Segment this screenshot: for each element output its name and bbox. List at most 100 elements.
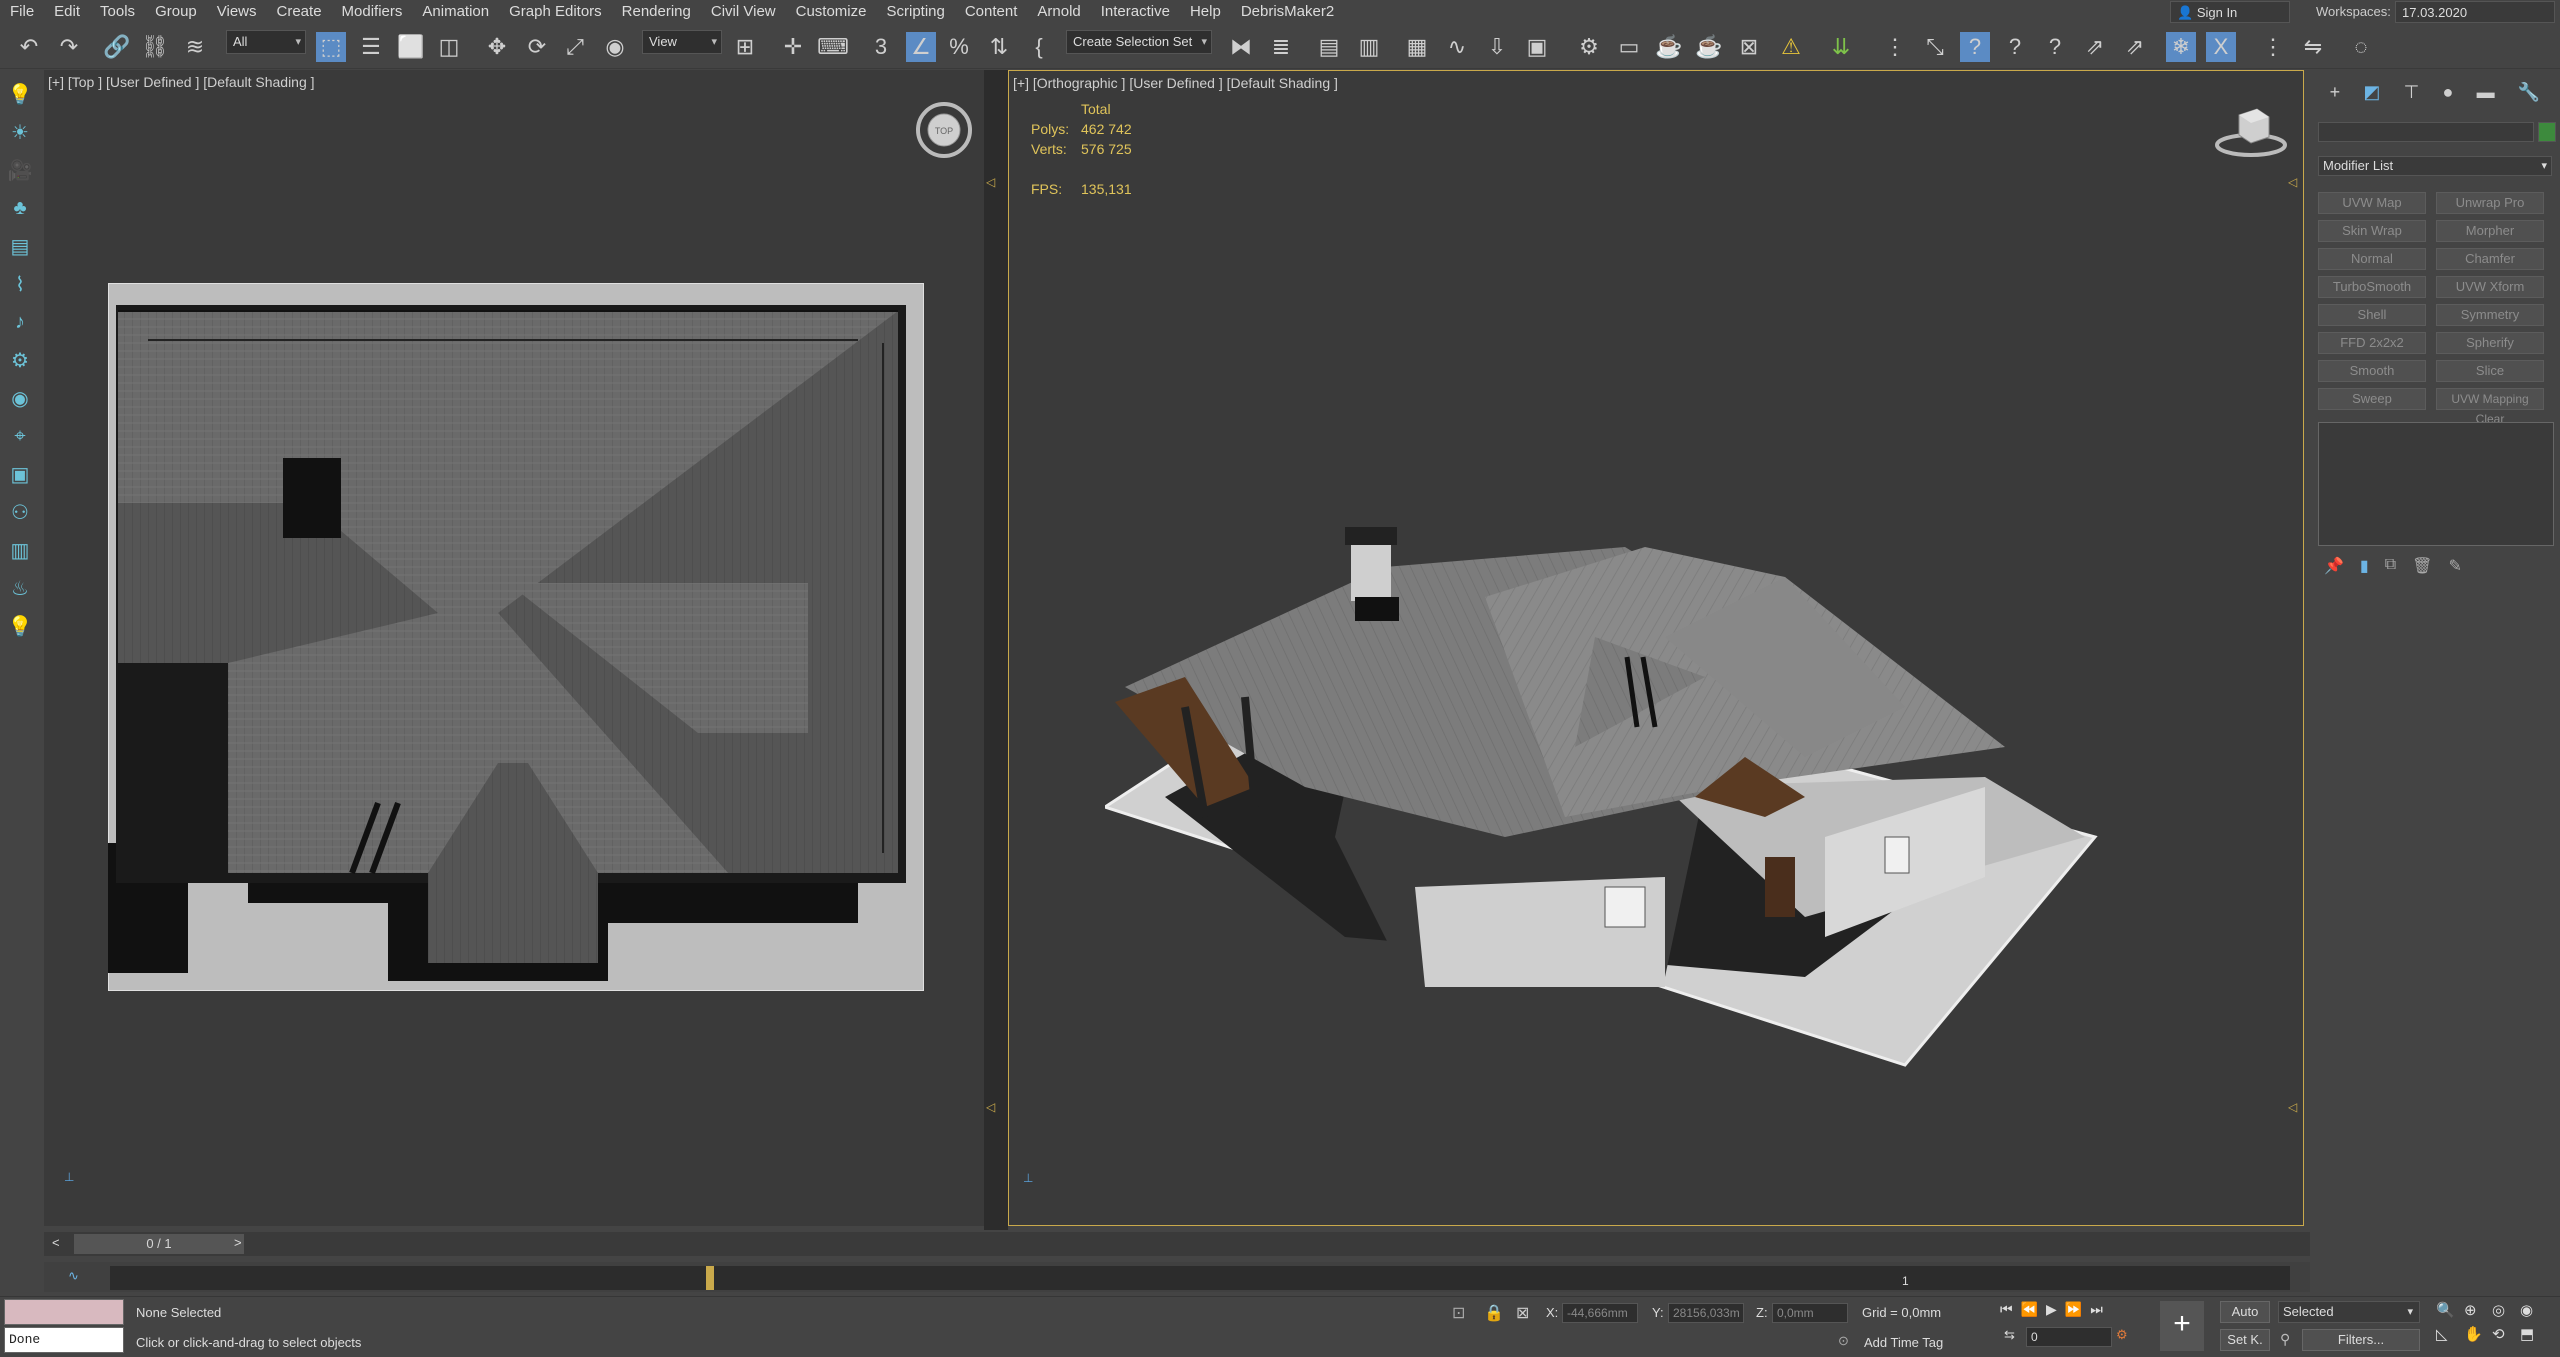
grid-toggle-icon[interactable]: ⋮ [2258,32,2288,62]
divider-arrow-icon[interactable]: ◁ [986,175,995,189]
modifier-stack[interactable] [2318,422,2554,546]
time-slider-thumb[interactable]: 0 / 1 [74,1234,244,1254]
spinner-snap-icon[interactable]: ⇅ [984,32,1014,62]
remove-modifier-icon[interactable]: 🗑 [2412,556,2432,580]
zoom-icon[interactable]: 🔍 [2436,1301,2464,1325]
unlink-icon[interactable]: ⛓ [140,32,170,62]
edit-named-selection-icon[interactable]: { [1024,32,1054,62]
viewport-right-arrow-icon[interactable]: ◁ [2288,175,2297,189]
menu-interactive[interactable]: Interactive [1091,0,1180,24]
move-icon[interactable]: ✥ [482,32,512,62]
viewcube[interactable]: TOP [914,100,974,160]
time-slider-prev-button[interactable]: < [52,1235,60,1250]
console-icon[interactable]: ▣ [6,460,34,488]
scene-explorer-icon[interactable]: ▦ [1402,32,1432,62]
snap-pivot-icon[interactable]: ⇗ [2080,32,2110,62]
material-editor-icon[interactable]: ▣ [1522,32,1552,62]
modifier-shell-button[interactable]: Shell [2318,304,2426,326]
menu-arnold[interactable]: Arnold [1027,0,1090,24]
create-tab-icon[interactable]: + [2330,82,2341,108]
modifier-morpher-button[interactable]: Morpher [2436,220,2544,242]
crosshair-icon[interactable]: ⌖ [6,422,34,450]
gear-icon[interactable]: ⚙ [6,346,34,374]
show-end-result-icon[interactable]: ▮ [2360,556,2369,580]
reference-coordinate-select[interactable]: View [642,30,722,54]
go-to-end-icon[interactable]: ⏭ [2090,1301,2103,1323]
modifier-ffd-button[interactable]: FFD 2x2x2 [2318,332,2426,354]
menu-tools[interactable]: Tools [90,0,145,24]
modifier-spherify-button[interactable]: Spherify [2436,332,2544,354]
modifier-smooth-button[interactable]: Smooth [2318,360,2426,382]
menu-edit[interactable]: Edit [44,0,90,24]
sun-icon[interactable]: ☀ [6,118,34,146]
viewport-divider[interactable] [984,70,1008,1230]
render-production-icon[interactable]: ☕ [1654,32,1684,62]
panel-icon[interactable]: ▥ [6,536,34,564]
angle-snap-icon[interactable]: ∠ [906,32,936,62]
mirror-icon[interactable]: ⧓ [1226,32,1256,62]
modifier-list-select[interactable]: Modifier List ▾ [2318,156,2552,176]
pin-stack-icon[interactable]: 📌 [2324,556,2344,580]
zoom-extents-all-icon[interactable]: ◉ [2520,1301,2548,1325]
key-filters-icon[interactable]: ⚲ [2280,1331,2290,1348]
modifier-unwrap-pro-button[interactable]: Unwrap Pro [2436,192,2544,214]
select-by-name-icon[interactable]: ☰ [356,32,386,62]
hierarchy-tab-icon[interactable]: ⊤ [2404,82,2420,108]
group-icon[interactable]: ⚇ [6,498,34,526]
time-slider-next-button[interactable]: > [234,1235,242,1250]
configure-sets-icon[interactable]: ✎ [2448,556,2461,580]
viewport-top-label[interactable]: [+] [Top ] [User Defined ] [Default Shad… [48,74,315,90]
rotate-icon[interactable]: ⟳ [522,32,552,62]
rectangular-selection-icon[interactable]: ⬜ [396,32,426,62]
workspace-select[interactable]: 17.03.2020 [2395,1,2555,23]
previous-frame-icon[interactable]: ⏪ [2021,1301,2038,1323]
modifier-symmetry-button[interactable]: Symmetry [2436,304,2544,326]
menu-customize[interactable]: Customize [786,0,877,24]
undo-icon[interactable]: ↶ [14,32,44,62]
camera-icon[interactable]: 🎥 [6,156,34,184]
maximize-viewport-icon[interactable]: ⬒ [2520,1325,2548,1349]
modifier-slice-button[interactable]: Slice [2436,360,2544,382]
sphere-icon[interactable]: ◉ [6,384,34,412]
modifier-uvw-map-button[interactable]: UVW Map [2318,192,2426,214]
viewport-right-arrow-bottom-icon[interactable]: ◁ [2288,1100,2297,1114]
track-bar-timeline[interactable] [110,1266,2290,1290]
link-icon[interactable]: 🔗 [102,32,132,62]
placement-icon[interactable]: ◉ [600,32,630,62]
rendered-frame-window-icon[interactable]: ▭ [1614,32,1644,62]
modifier-uvw-xform-button[interactable]: UVW Xform [2436,276,2544,298]
snaps-toggle-icon[interactable]: 3 [866,32,896,62]
bind-spacewarp-icon[interactable]: ≋ [180,32,210,62]
named-selection-set-select[interactable]: Create Selection Set [1066,30,1212,54]
selection-filter-select[interactable]: All [226,30,306,54]
utilities-tab-icon[interactable]: 🔧 [2518,82,2540,108]
sound-icon[interactable]: ♪ [6,308,34,336]
snap-point-icon[interactable]: ⤡ [1920,32,1950,62]
set-key-button[interactable]: Set K. [2220,1329,2270,1351]
track-bar[interactable]: ∿ 1 [44,1262,2310,1292]
modifier-sweep-button[interactable]: Sweep [2318,388,2426,410]
add-time-tag[interactable]: Add Time Tag [1864,1335,1943,1350]
menu-help[interactable]: Help [1180,0,1231,24]
modifier-normal-button[interactable]: Normal [2318,248,2426,270]
menu-civil-view[interactable]: Civil View [701,0,786,24]
menu-rendering[interactable]: Rendering [612,0,701,24]
window-crossing-icon[interactable]: ◫ [434,32,464,62]
absolute-mode-icon[interactable]: ⊠ [1516,1303,1529,1323]
spline-icon[interactable]: ⌇ [6,270,34,298]
maxscript-listener-mini[interactable] [4,1299,124,1325]
key-mode-icon[interactable]: ⇆ [2004,1327,2015,1343]
menu-animation[interactable]: Animation [412,0,499,24]
toggle-ribbon-icon[interactable]: ▥ [1354,32,1384,62]
go-to-start-icon[interactable]: ⏮ [2000,1301,2013,1323]
text-block-icon[interactable]: ▤ [6,232,34,260]
modifier-skin-wrap-button[interactable]: Skin Wrap [2318,220,2426,242]
snap-grid-icon[interactable]: ⋮ [1880,32,1910,62]
menu-group[interactable]: Group [145,0,207,24]
menu-scripting[interactable]: Scripting [876,0,954,24]
zoom-extents-icon[interactable]: ◎ [2492,1301,2520,1325]
menu-debrismaker2[interactable]: DebrisMaker2 [1231,0,1344,24]
motion-tab-icon[interactable]: ● [2443,82,2454,108]
divider-arrow-bottom-icon[interactable]: ◁ [986,1100,995,1114]
render-setup-icon[interactable]: ⚙ [1574,32,1604,62]
